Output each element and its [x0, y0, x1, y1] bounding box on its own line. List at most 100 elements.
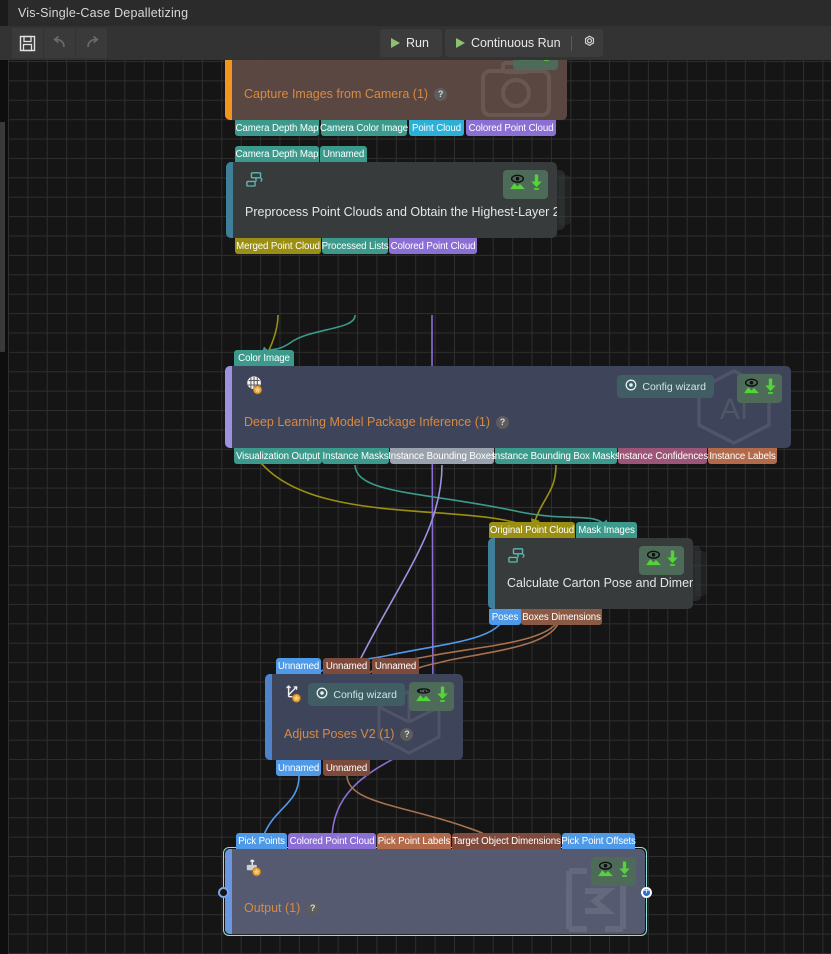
- graph-canvas[interactable]: Capture Images from Camera (1)? Camera D…: [0, 60, 831, 954]
- continuous-run-button[interactable]: Continuous Run: [444, 29, 603, 57]
- node-title: Capture Images from Camera (1)?: [244, 87, 448, 101]
- output-port[interactable]: Instance Bounding Boxes: [388, 448, 496, 464]
- eye-image-icon[interactable]: [644, 550, 663, 572]
- continuous-run-label: Continuous Run: [470, 36, 561, 50]
- run-button[interactable]: Run: [380, 29, 442, 57]
- node-visualization-controls: [737, 374, 782, 403]
- output-port[interactable]: Instance Bounding Box Masks: [492, 448, 620, 464]
- eye-cloud-icon[interactable]: [414, 686, 433, 708]
- node-visualization-controls: [639, 546, 684, 575]
- node-adjust[interactable]: Adjust Poses V2 (1)? Config wizard: [265, 674, 463, 760]
- eye-image-icon[interactable]: [518, 60, 537, 67]
- node-body[interactable]: AI Deep Learning Model Package Inference…: [225, 366, 791, 448]
- node-body[interactable]: Capture Images from Camera (1)?: [225, 60, 567, 120]
- eye-image-icon[interactable]: [508, 174, 527, 196]
- output-port[interactable]: Unnamed: [276, 760, 321, 776]
- node-graph-editor: Vis-Single-Case Depalletizing Run Contin…: [0, 0, 831, 954]
- node-preprocess[interactable]: Preprocess Point Clouds and Obtain the H…: [226, 162, 557, 238]
- config-wizard-icon: [316, 687, 328, 702]
- output-port[interactable]: Boxes Dimensions: [521, 609, 602, 625]
- node-title-text: Deep Learning Model Package Inference (1…: [244, 415, 490, 429]
- input-port[interactable]: Colored Point Cloud: [288, 833, 376, 849]
- download-arrow-icon[interactable]: [436, 685, 449, 708]
- node-body[interactable]: Calculate Carton Pose and Dimensions?: [488, 538, 693, 609]
- left-panel-handle[interactable]: [0, 122, 5, 352]
- input-port[interactable]: Pick Points: [236, 833, 287, 849]
- node-body[interactable]: Preprocess Point Clouds and Obtain the H…: [226, 162, 557, 238]
- node-selection-ring: [223, 847, 647, 936]
- input-port[interactable]: Unnamed: [320, 146, 367, 162]
- toolbar: Run Continuous Run: [0, 26, 831, 60]
- redo-button[interactable]: [76, 28, 107, 58]
- eye-image-icon[interactable]: [742, 378, 761, 400]
- node-title-text: Preprocess Point Clouds and Obtain the H…: [245, 205, 557, 219]
- node-carton[interactable]: Calculate Carton Pose and Dimensions?: [488, 538, 693, 609]
- node-title: Adjust Poses V2 (1)?: [284, 727, 414, 741]
- config-wizard-icon: [625, 379, 637, 394]
- config-wizard-button[interactable]: Config wizard: [617, 375, 714, 398]
- input-port[interactable]: Mask Images: [576, 522, 637, 538]
- run-button-label: Run: [406, 36, 429, 50]
- output-port[interactable]: Camera Color Image: [320, 120, 408, 136]
- save-button[interactable]: [12, 28, 43, 58]
- output-port[interactable]: Unnamed: [323, 760, 370, 776]
- input-port[interactable]: Unnamed: [323, 658, 370, 674]
- node-accent-bar: [226, 162, 233, 238]
- node-title-text: Capture Images from Camera (1): [244, 87, 429, 101]
- gear-icon[interactable]: [582, 34, 597, 52]
- title-bar: Vis-Single-Case Depalletizing: [0, 0, 831, 26]
- node-title: Deep Learning Model Package Inference (1…: [244, 415, 509, 429]
- node-stack-decoration: [559, 175, 571, 225]
- download-arrow-icon[interactable]: [530, 173, 543, 196]
- input-port[interactable]: Original Point Cloud: [489, 522, 575, 538]
- output-port[interactable]: Processed Lists: [322, 238, 389, 254]
- node-input-connector-dot[interactable]: [218, 886, 229, 898]
- output-port[interactable]: Instance Confidences: [617, 448, 708, 464]
- output-port[interactable]: Visualization Output: [234, 448, 322, 464]
- output-port[interactable]: Poses: [489, 609, 521, 625]
- config-wizard-label: Config wizard: [333, 688, 397, 701]
- input-port[interactable]: Camera Depth Map: [235, 146, 319, 162]
- brain-icon: [244, 375, 266, 401]
- node-accent-bar: [488, 538, 495, 609]
- help-icon[interactable]: ?: [434, 87, 448, 101]
- node-title-text: Adjust Poses V2 (1): [284, 727, 395, 741]
- input-port[interactable]: Target Object Dimensions: [452, 833, 561, 849]
- camera-icon: [244, 60, 266, 67]
- help-icon[interactable]: ?: [400, 727, 414, 741]
- node-body[interactable]: Adjust Poses V2 (1)? Config wizard: [265, 674, 463, 760]
- add-connection-button[interactable]: +: [641, 886, 652, 898]
- output-port[interactable]: Instance Masks: [322, 448, 389, 464]
- toolbar-divider: [570, 35, 572, 51]
- config-wizard-button[interactable]: Config wizard: [308, 683, 405, 706]
- download-arrow-icon[interactable]: [666, 549, 679, 572]
- input-port[interactable]: Pick Point Labels: [377, 833, 451, 849]
- input-port[interactable]: Unnamed: [276, 658, 321, 674]
- output-port[interactable]: Instance Labels: [708, 448, 777, 464]
- node-visualization-controls: [513, 60, 558, 70]
- axes-icon: [284, 683, 306, 709]
- node-dlinfer[interactable]: AI Deep Learning Model Package Inference…: [225, 366, 791, 448]
- output-port[interactable]: Colored Point Cloud: [466, 120, 556, 136]
- output-port[interactable]: Colored Point Cloud: [389, 238, 477, 254]
- run-controls: Run Continuous Run: [380, 29, 603, 57]
- output-port[interactable]: Point Cloud: [409, 120, 464, 136]
- procedure-icon: [245, 171, 267, 196]
- input-port[interactable]: Pick Point Offsets: [561, 833, 636, 849]
- procedure-icon: [507, 547, 529, 572]
- help-icon[interactable]: ?: [495, 415, 509, 429]
- node-accent-bar: [225, 366, 232, 448]
- download-arrow-icon[interactable]: [764, 377, 777, 400]
- output-port[interactable]: Merged Point Cloud: [235, 238, 321, 254]
- play-icon: [391, 38, 400, 48]
- download-arrow-icon[interactable]: [540, 60, 553, 67]
- node-visualization-controls: [409, 682, 454, 711]
- node-capture[interactable]: Capture Images from Camera (1)?: [225, 60, 567, 120]
- title-bar-edge: [0, 0, 8, 26]
- toolbar-left-group: [12, 28, 107, 58]
- input-port[interactable]: Unnamed: [372, 658, 419, 674]
- input-port[interactable]: Color Image: [234, 350, 294, 366]
- output-port[interactable]: Camera Depth Map: [235, 120, 319, 136]
- node-title: Calculate Carton Pose and Dimensions?: [507, 576, 693, 590]
- undo-button[interactable]: [44, 28, 75, 58]
